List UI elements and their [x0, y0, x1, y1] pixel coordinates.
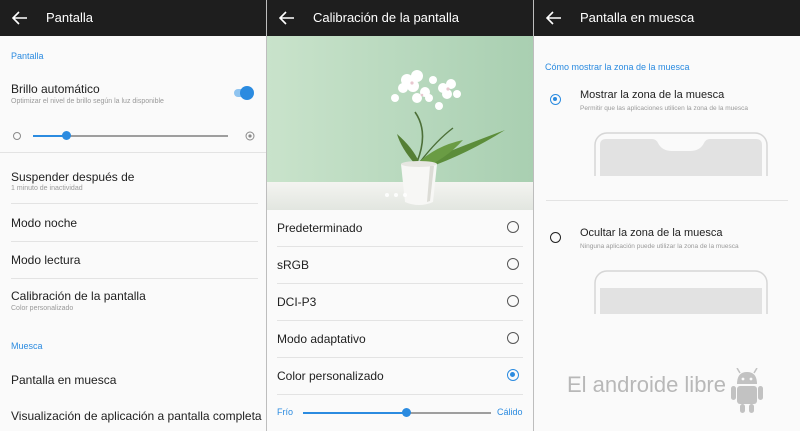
radio-button[interactable]: [550, 232, 561, 243]
option-adaptive-label: Modo adaptativo: [277, 332, 366, 346]
preview-page-indicator: [385, 184, 412, 202]
sleep-subtitle: 1 minuto de inactividad: [11, 185, 83, 192]
option-custom-color-label: Color personalizado: [277, 369, 384, 383]
section-header-display: Pantalla: [11, 51, 44, 61]
notch-display-title: Pantalla en muesca: [11, 373, 117, 387]
option-custom-color[interactable]: Color personalizado: [277, 358, 523, 395]
show-notch-title: Mostrar la zona de la muesca: [580, 89, 725, 101]
fullscreen-apps-item[interactable]: Visualización de aplicación a pantalla c…: [11, 398, 262, 431]
reading-mode-item[interactable]: Modo lectura: [11, 242, 258, 279]
page-dot[interactable]: [403, 193, 407, 197]
radio-button-selected[interactable]: [507, 369, 519, 381]
option-default-label: Predeterminado: [277, 221, 363, 235]
radio-button-selected[interactable]: [550, 94, 561, 105]
screen-calibration-panel: Calibración de la pantalla Predeterminad…: [267, 0, 533, 431]
night-mode-title: Modo noche: [11, 216, 78, 230]
hide-notch-title: Ocultar la zona de la muesca: [580, 227, 723, 239]
watermark-text: El androide libre: [567, 372, 726, 397]
option-hide-notch[interactable]: Ocultar la zona de la muesca Ninguna apl…: [546, 222, 790, 332]
screen-calibration-title: Calibración de la pantalla: [11, 289, 146, 303]
top-app-bar: Calibración de la pantalla: [267, 0, 533, 36]
auto-brightness-title: Brillo automático: [11, 82, 100, 96]
arrow-left-icon[interactable]: [12, 11, 28, 25]
option-adaptive[interactable]: Modo adaptativo: [277, 321, 523, 358]
display-settings-panel: Pantalla Pantalla Brillo automático Opti…: [0, 0, 266, 431]
section-header-notch-mode: Cómo mostrar la zona de la muesca: [545, 62, 690, 72]
toggle-knob: [240, 86, 254, 100]
screen-calibration-subtitle: Color personalizado: [11, 305, 74, 312]
radio-button[interactable]: [507, 332, 519, 344]
fullscreen-apps-title: Visualización de aplicación a pantalla c…: [11, 409, 262, 423]
sun-large-icon: [245, 131, 255, 141]
show-notch-subtitle: Permitir que las aplicaciones utilicen l…: [580, 105, 749, 112]
android-robot-icon: [731, 368, 763, 413]
notch-display-item[interactable]: Pantalla en muesca: [11, 360, 258, 398]
brightness-slider-thumb[interactable]: [61, 131, 71, 140]
radio-button[interactable]: [507, 258, 519, 270]
temperature-cold-label: Frío: [277, 407, 294, 417]
option-show-notch[interactable]: Mostrar la zona de la muesca Permitir qu…: [546, 84, 790, 194]
page-title: Pantalla en muesca: [580, 10, 695, 25]
arrow-left-icon[interactable]: [546, 11, 562, 25]
auto-brightness-subtitle: Optimizar el nivel de brillo según la lu…: [11, 98, 164, 105]
section-header-notch: Muesca: [11, 341, 43, 351]
option-dci-p3[interactable]: DCI-P3: [277, 284, 523, 321]
page-title: Pantalla: [46, 10, 93, 25]
option-srgb[interactable]: sRGB: [277, 247, 523, 284]
sun-small-icon: [13, 132, 21, 140]
option-srgb-label: sRGB: [277, 258, 310, 272]
temperature-warm-label: Cálido: [497, 407, 523, 417]
top-app-bar: Pantalla en muesca: [534, 0, 800, 36]
screenshot-stage: Pantalla Pantalla Brillo automático Opti…: [0, 0, 800, 431]
sleep-title: Suspender después de: [11, 170, 135, 184]
page-dot[interactable]: [394, 193, 398, 197]
notch-shown-illustration: [594, 132, 768, 176]
radio-button[interactable]: [507, 221, 519, 233]
option-dci-p3-label: DCI-P3: [277, 295, 317, 309]
page-dot[interactable]: [385, 193, 389, 197]
screen-calibration-item[interactable]: Calibración de la pantalla Color persona…: [11, 279, 258, 325]
top-app-bar: Pantalla: [0, 0, 266, 36]
radio-button[interactable]: [507, 295, 519, 307]
arrow-left-icon[interactable]: [279, 11, 295, 25]
sleep-item[interactable]: Suspender después de 1 minuto de inactiv…: [11, 157, 258, 204]
notch-display-panel: Pantalla en muesca Cómo mostrar la zona …: [534, 0, 800, 431]
hide-notch-subtitle: Ninguna aplicación puede utilizar la zon…: [580, 243, 739, 250]
page-title: Calibración de la pantalla: [313, 10, 459, 25]
auto-brightness-toggle[interactable]: [232, 86, 254, 100]
reading-mode-title: Modo lectura: [11, 253, 81, 267]
options-divider: [546, 200, 788, 201]
option-default[interactable]: Predeterminado: [277, 210, 523, 247]
temperature-slider-thumb[interactable]: [401, 408, 411, 417]
notch-hidden-illustration: [594, 270, 768, 314]
temperature-slider-fill: [303, 412, 407, 414]
auto-brightness-item[interactable]: Brillo automático Optimizar el nivel de …: [11, 76, 258, 118]
night-mode-item[interactable]: Modo noche: [11, 204, 258, 242]
